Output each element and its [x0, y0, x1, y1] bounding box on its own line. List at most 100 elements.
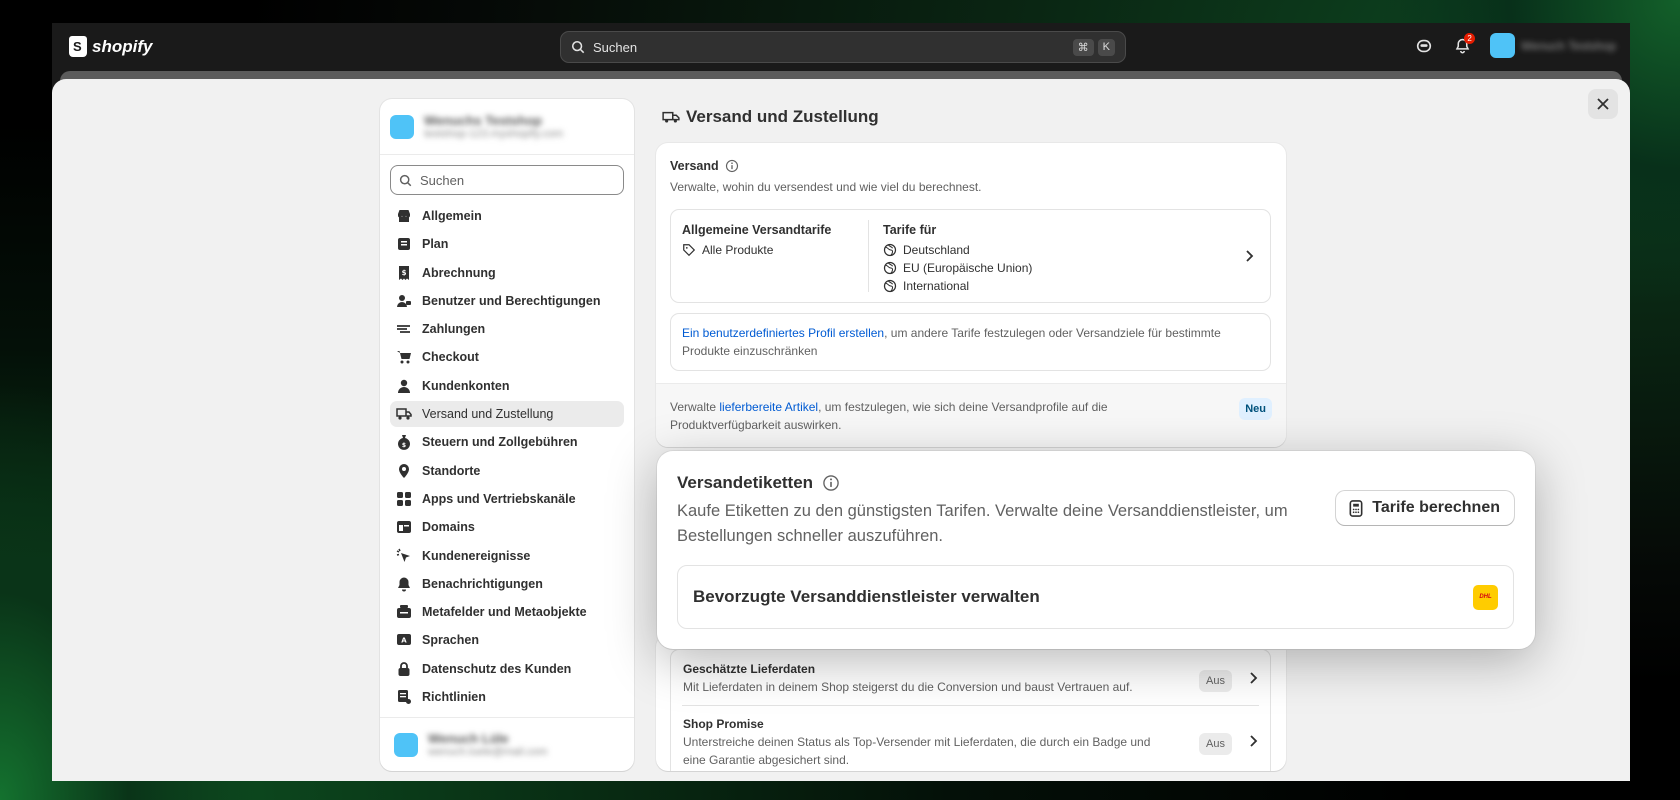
truck-icon: [662, 111, 680, 123]
sidekick-icon[interactable]: [1414, 36, 1434, 56]
payments-icon: [397, 325, 410, 334]
calculate-rates-label: Tarife berechnen: [1372, 499, 1500, 516]
store-name: Wenuchs Testshop: [424, 113, 542, 128]
sidebar-item-label: Sprachen: [422, 633, 479, 648]
sidebar-item-label: Zahlungen: [422, 322, 486, 337]
general-rates-title: Allgemeine Versandtarife: [682, 223, 832, 237]
shop-promise-row[interactable]: Shop Promise Unterstreiche deinen Status…: [670, 705, 1271, 771]
status-badge: Aus: [1199, 670, 1232, 692]
plan-icon: [398, 238, 410, 251]
sidebar-item-richtlinien[interactable]: Richtlinien: [390, 684, 624, 710]
user-name: Wenuch Testshop: [1521, 38, 1616, 53]
shipping-labels-card: Versandetiketten Kaufe Etiketten zu den …: [657, 451, 1535, 649]
custom-profile-link[interactable]: Ein benutzerdefiniertes Profil erstellen: [682, 326, 884, 340]
sidebar-item-steuern-und-zollgebühren[interactable]: $ Steuern und Zollgebühren: [390, 429, 624, 455]
user-menu[interactable]: Wenuch Testshop: [1490, 33, 1616, 58]
global-search-input[interactable]: Suchen ⌘ K: [560, 31, 1126, 63]
k-key: K: [1097, 38, 1115, 56]
shipping-card: Versand Verwalte, wohin du versendest un…: [656, 143, 1286, 447]
card-subtitle: Verwalte, wohin du versendest und wie vi…: [670, 180, 982, 194]
ready-items-link[interactable]: lieferbereite Artikel: [719, 400, 818, 414]
sidebar-item-label: Kundenkonten: [422, 378, 510, 393]
shipping-labels-subtitle: Kaufe Etiketten zu den günstigsten Tarif…: [677, 502, 1288, 545]
sidebar-item-abrechnung[interactable]: $ Abrechnung: [390, 260, 624, 286]
sidebar-item-domains[interactable]: Domains: [390, 514, 624, 540]
sidebar-item-apps-und-vertriebskanäle[interactable]: Apps und Vertriebskanäle: [390, 486, 624, 512]
page-title-text: Versand und Zustellung: [686, 107, 879, 126]
store-icon: [398, 210, 410, 222]
top-bar: shopify Suchen ⌘ K 2 Wenuch Testshop: [52, 23, 1630, 71]
notification-badge: 2: [1464, 32, 1476, 44]
zone-name: Deutschland: [903, 243, 970, 257]
settings-search-input[interactable]: Suchen: [390, 165, 624, 195]
sidebar-item-kundenereignisse[interactable]: Kundenereignisse: [390, 543, 624, 569]
dhl-logo: DHL: [1473, 584, 1498, 610]
calculate-rates-button[interactable]: Tarife berechnen: [1336, 491, 1514, 525]
sidebar-item-label: Plan: [422, 237, 449, 252]
sidebar-item-versand-und-zustellung[interactable]: Versand und Zustellung: [390, 401, 624, 428]
card-title: Versand: [670, 159, 1272, 173]
search-icon: [571, 40, 585, 54]
sidebar-item-plan[interactable]: Plan: [390, 231, 624, 257]
shopify-bag-icon: [69, 36, 87, 57]
truck-icon: [396, 408, 412, 420]
notifications-button[interactable]: 2: [1452, 32, 1476, 56]
domains-icon: [397, 521, 411, 534]
sidebar-item-label: Steuern und Zollgebühren: [422, 435, 578, 450]
chevron-right-icon: [1250, 735, 1258, 747]
apps-icon: [397, 491, 411, 506]
settings-nav: Allgemein Plan $ Abrechnung Benutzer und Ber…: [380, 203, 634, 710]
store-header[interactable]: Wenuchs Testshop testshop-123.myshopify.…: [380, 99, 634, 155]
shipping-labels-title: Versandetiketten: [677, 473, 840, 493]
taxes-icon: $: [398, 435, 410, 451]
sidebar-item-sprachen[interactable]: A Sprachen: [390, 627, 624, 653]
sidebar-item-label: Metafelder und Metaobjekte: [422, 605, 587, 620]
sidebar-item-allgemein[interactable]: Allgemein: [390, 203, 624, 229]
logo-text: shopify: [92, 36, 153, 56]
sidebar-item-zahlungen[interactable]: Zahlungen: [390, 316, 624, 342]
sidebar-item-label: Benachrichtigungen: [422, 576, 543, 591]
person-icon: [398, 379, 410, 393]
metafields-icon: [397, 605, 411, 619]
info-icon[interactable]: [822, 474, 840, 492]
zone-item: International: [883, 277, 1256, 295]
user-footer[interactable]: Wenuch Lüle wenuch.luele@mail.com: [380, 717, 634, 771]
ready-items-banner: Verwalte lieferbereite Artikel, um festz…: [656, 383, 1286, 447]
sidebar-item-checkout[interactable]: Checkout: [390, 344, 624, 370]
sidebar-item-benutzer-und-berechtigungen[interactable]: Benutzer und Berechtigungen: [390, 288, 624, 314]
manage-carriers-label: Bevorzugte Versanddienstleister verwalte…: [693, 587, 1040, 606]
avatar: [1490, 33, 1516, 58]
shopify-logo[interactable]: shopify: [69, 36, 152, 57]
search-icon: [399, 174, 412, 186]
info-icon[interactable]: [725, 159, 739, 173]
page-title: Versand und Zustellung: [656, 99, 1286, 135]
sidebar-item-kundenkonten[interactable]: Kundenkonten: [390, 373, 624, 399]
cmd-key: ⌘: [1072, 38, 1094, 56]
delivery-dates-text: Mit Lieferdaten in deinem Shop steigerst…: [683, 680, 1133, 694]
globe-icon: [883, 279, 897, 293]
cart-icon: [397, 351, 411, 364]
bell-icon: [398, 577, 410, 592]
sidebar-item-metafelder-und-metaobjekte[interactable]: Metafelder und Metaobjekte: [390, 599, 624, 625]
status-badge: Aus: [1199, 733, 1232, 755]
close-icon: [1597, 98, 1609, 110]
delivery-dates-title: Geschätzte Lieferdaten: [683, 662, 816, 676]
manage-carriers-row[interactable]: Bevorzugte Versanddienstleister verwalte…: [677, 565, 1514, 629]
delivery-dates-row[interactable]: Geschätzte Lieferdaten Mit Lieferdaten i…: [670, 649, 1271, 705]
sidebar-item-datenschutz-des-kunden[interactable]: Datenschutz des Kunden: [390, 656, 624, 682]
lock-icon: [398, 661, 410, 676]
sidebar-item-benachrichtigungen[interactable]: Benachrichtigungen: [390, 571, 624, 597]
sidebar-item-standorte[interactable]: Standorte: [390, 458, 624, 484]
general-rates-row[interactable]: Allgemeine Versandtarife Alle Produkte T…: [670, 209, 1271, 303]
sidebar-item-label: Benutzer und Berechtigungen: [422, 293, 601, 308]
globe-icon: [883, 243, 897, 257]
search-placeholder: Suchen: [420, 172, 465, 188]
close-button[interactable]: [1588, 89, 1618, 119]
zone-name: International: [903, 279, 970, 293]
zone-name: EU (Europäische Union): [903, 261, 1033, 275]
zone-item: Deutschland: [883, 241, 1256, 259]
sidebar-item-label: Datenschutz des Kunden: [422, 661, 572, 676]
sidebar-item-label: Versand und Zustellung: [422, 407, 554, 422]
footer-email: wenuch.luele@mail.com: [428, 746, 548, 758]
sidebar-item-label: Abrechnung: [422, 265, 496, 280]
